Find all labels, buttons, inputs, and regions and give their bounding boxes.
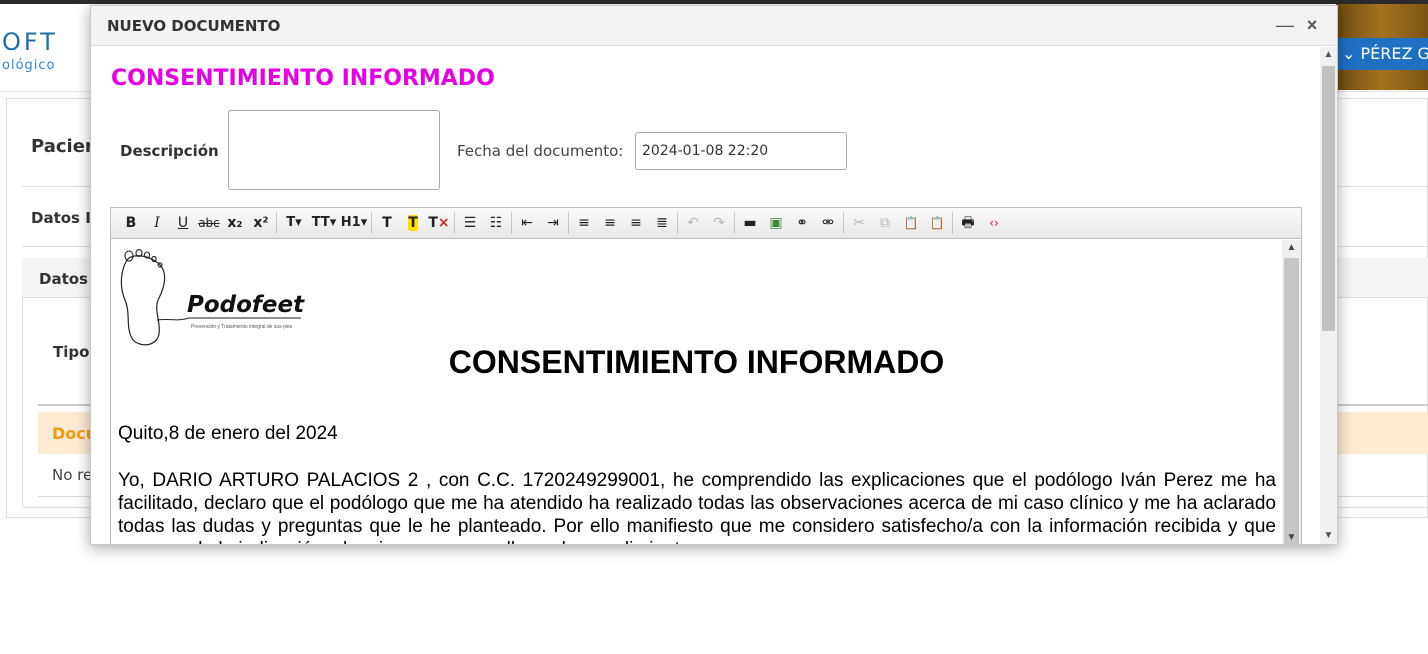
outdent-icon[interactable]: ⇤ xyxy=(514,210,540,236)
print-icon[interactable]: 🖶 xyxy=(955,210,981,236)
paste-text-icon[interactable]: 📋 xyxy=(924,210,950,236)
redo-icon[interactable]: ↷ xyxy=(706,210,732,236)
new-document-modal: NUEVO DOCUMENTO — × CONSENTIMIENTO INFOR… xyxy=(90,5,1338,545)
italic-button[interactable]: I xyxy=(144,210,170,236)
close-icon[interactable]: × xyxy=(1301,14,1323,36)
editor-content[interactable]: Podofeet Prevención y Tratamiento integr… xyxy=(111,240,1282,544)
underline-button[interactable]: U xyxy=(170,210,196,236)
patient-heading: Pacien xyxy=(31,136,98,157)
description-label: Descripción xyxy=(120,142,219,160)
toolbar-separator xyxy=(734,212,735,234)
editor-scrollbar-thumb[interactable] xyxy=(1284,258,1299,544)
insert-link-icon[interactable]: ⚭ xyxy=(789,210,815,236)
chevron-down-icon[interactable]: ▼ xyxy=(1282,530,1301,544)
align-right-icon[interactable]: ≡ xyxy=(623,210,649,236)
modal-titlebar[interactable]: NUEVO DOCUMENTO — × xyxy=(91,6,1337,46)
user-name: PÉREZ GU xyxy=(1360,44,1428,63)
align-center-icon[interactable]: ≡ xyxy=(597,210,623,236)
brand-name: OFT xyxy=(2,28,58,56)
no-records-text: No re xyxy=(52,466,93,484)
numbered-list-icon[interactable]: ☷ xyxy=(483,210,509,236)
copy-icon[interactable]: ⧉ xyxy=(872,210,898,236)
align-left-icon[interactable]: ≡ xyxy=(571,210,597,236)
chevron-down-icon[interactable]: ▼ xyxy=(1320,528,1337,544)
source-code-icon[interactable]: ‹› xyxy=(981,210,1007,236)
highlight-color-icon[interactable]: T xyxy=(400,210,426,236)
undo-icon[interactable]: ↶ xyxy=(680,210,706,236)
superscript-button[interactable]: x² xyxy=(248,210,274,236)
toolbar-separator xyxy=(677,212,678,234)
toolbar-separator xyxy=(454,212,455,234)
toolbar-separator xyxy=(371,212,372,234)
heading-button[interactable]: H1▾ xyxy=(339,210,369,236)
unlink-icon[interactable]: ⚮ xyxy=(815,210,841,236)
modal-scrollbar-thumb[interactable] xyxy=(1322,66,1335,331)
text-color-icon[interactable]: T xyxy=(374,210,400,236)
description-input[interactable] xyxy=(228,110,440,190)
document-title: CONSENTIMIENTO INFORMADO xyxy=(448,344,945,380)
user-menu-button[interactable]: ⌄ PÉREZ GU xyxy=(1338,38,1428,70)
remove-format-icon[interactable]: T× xyxy=(426,210,452,236)
chevron-up-icon[interactable]: ▲ xyxy=(1320,47,1337,63)
paste-icon[interactable]: 📋 xyxy=(898,210,924,236)
date-input[interactable] xyxy=(635,132,847,170)
chevron-up-icon[interactable]: ▲ xyxy=(1282,240,1301,256)
logo-wordmark: Podofeet xyxy=(187,292,305,318)
document-body: Yo, DARIO ARTURO PALACIOS 2 , con C.C. 1… xyxy=(118,470,1276,544)
editor-toolbar: B I Uabc x₂ x² T▾ TT▾ H1▾ T T T× ☰ ☷ ⇤ ⇥ ≡ ≡ ≡ ≣ ↶ ↷ ▬ ▣ ⚭ ⚮ ✂ ⧉ 📋 📋… xyxy=(111,208,1301,239)
toolbar-separator xyxy=(568,212,569,234)
toolbar-separator xyxy=(843,212,844,234)
subscript-button[interactable]: x₂ xyxy=(222,210,248,236)
brand-logo[interactable]: OFT ológico xyxy=(2,30,58,73)
chevron-down-icon: ⌄ xyxy=(1342,44,1356,63)
insert-image-icon[interactable]: ▣ xyxy=(763,210,789,236)
cut-icon[interactable]: ✂ xyxy=(846,210,872,236)
bold-button[interactable]: B xyxy=(118,210,144,236)
modal-title: NUEVO DOCUMENTO xyxy=(107,17,281,35)
bulleted-list-icon[interactable]: ☰ xyxy=(457,210,483,236)
justify-icon[interactable]: ≣ xyxy=(649,210,675,236)
strikethrough-button[interactable]: abc xyxy=(196,210,222,236)
type-label: Tipo xyxy=(53,343,90,361)
font-size-button[interactable]: TT▾ xyxy=(309,210,339,236)
rich-text-editor: B I Uabc x₂ x² T▾ TT▾ H1▾ T T T× ☰ ☷ ⇤ ⇥ ≡ ≡ ≡ ≣ ↶ ↷ ▬ ▣ ⚭ ⚮ ✂ ⧉ 📋 📋… xyxy=(110,207,1302,544)
toolbar-separator xyxy=(276,212,277,234)
horizontal-rule-icon[interactable]: ▬ xyxy=(737,210,763,236)
form-heading: CONSENTIMIENTO INFORMADO xyxy=(111,66,495,91)
brand-subtitle: ológico xyxy=(2,58,56,73)
podofeet-logo: Podofeet Prevención y Tratamiento integr… xyxy=(117,248,305,348)
indent-icon[interactable]: ⇥ xyxy=(540,210,566,236)
logo-tagline: Prevención y Tratamiento integral de sus… xyxy=(191,324,293,330)
minimize-icon[interactable]: — xyxy=(1274,14,1296,36)
toolbar-separator xyxy=(511,212,512,234)
font-family-button[interactable]: T▾ xyxy=(279,210,309,236)
toolbar-separator xyxy=(952,212,953,234)
date-label: Fecha del documento: xyxy=(457,142,624,160)
document-date-line: Quito,8 de enero del 2024 xyxy=(118,423,338,444)
